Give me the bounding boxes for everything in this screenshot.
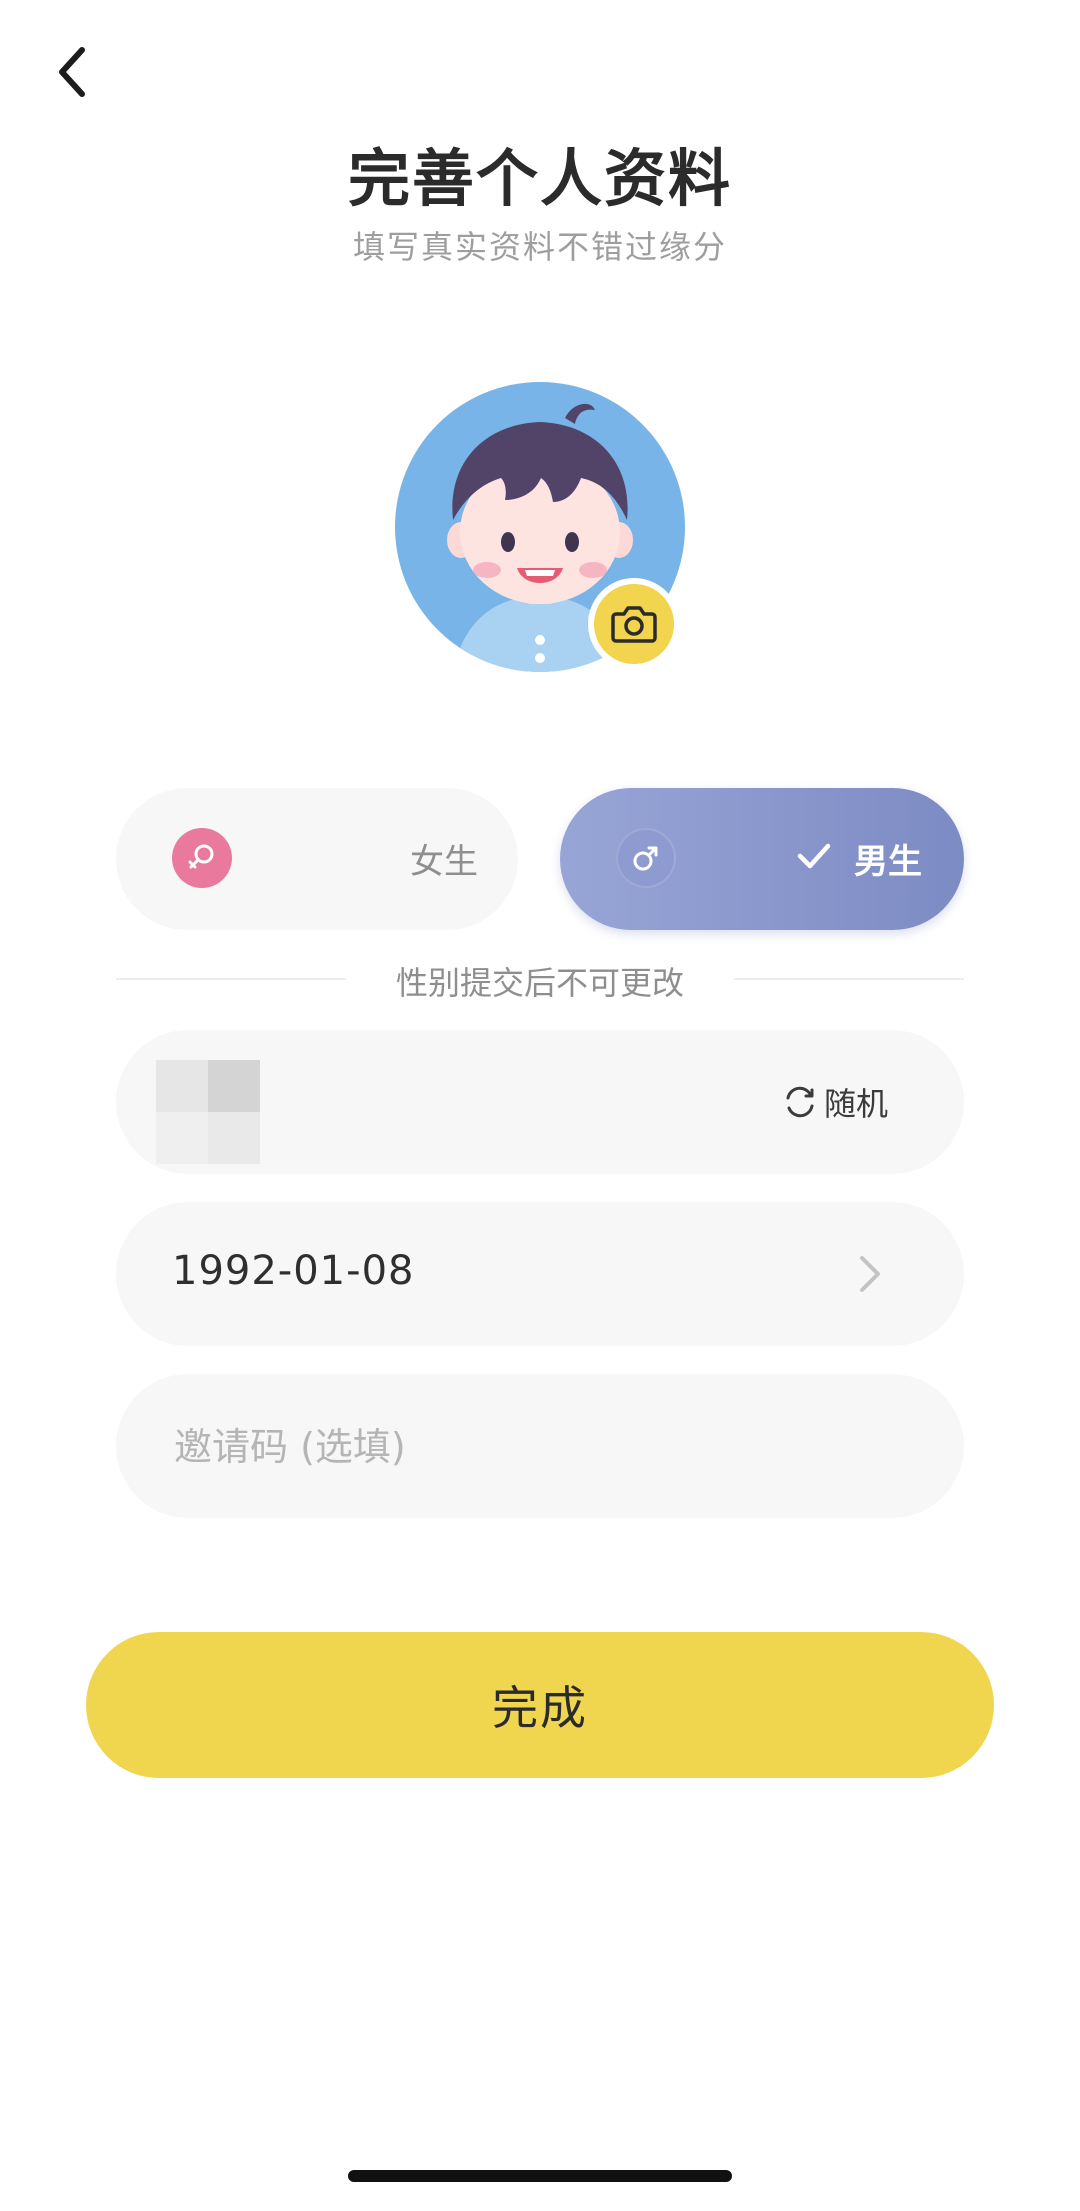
chevron-left-icon <box>59 47 85 97</box>
camera-icon <box>611 606 657 643</box>
gender-option-male[interactable]: 男生 <box>560 788 964 930</box>
nickname-field[interactable]: 随机 <box>116 1030 964 1174</box>
birthday-field[interactable]: 1992-01-08 <box>116 1202 964 1346</box>
invite-code-field <box>116 1374 964 1518</box>
random-nickname-button[interactable]: 随机 <box>782 1078 888 1126</box>
refresh-icon <box>786 1086 814 1118</box>
divider-right <box>734 978 964 980</box>
divider-left <box>116 978 346 980</box>
done-button[interactable]: 完成 <box>86 1632 994 1778</box>
blurred-nickname-image <box>156 1060 260 1164</box>
change-avatar-button[interactable] <box>588 578 680 670</box>
home-indicator <box>348 2170 732 2182</box>
gender-male-label: 男生 <box>854 842 922 882</box>
gender-notice: 性别提交后不可更改 <box>395 964 684 1002</box>
page-title: 完善个人资料 <box>347 142 732 215</box>
gender-option-female[interactable]: 女生 <box>116 788 518 930</box>
invite-code-input[interactable] <box>172 1410 876 1484</box>
birthday-value: 1992-01-08 <box>172 1248 415 1294</box>
female-symbol-icon <box>172 828 232 888</box>
gender-female-label: 女生 <box>410 842 478 882</box>
page-subtitle: 填写真实资料不错过缘分 <box>352 228 727 266</box>
random-label: 随机 <box>823 1085 888 1123</box>
back-button[interactable] <box>40 40 104 104</box>
male-symbol-icon <box>616 828 676 888</box>
chevron-right-icon <box>860 1256 880 1292</box>
check-icon <box>797 843 831 869</box>
